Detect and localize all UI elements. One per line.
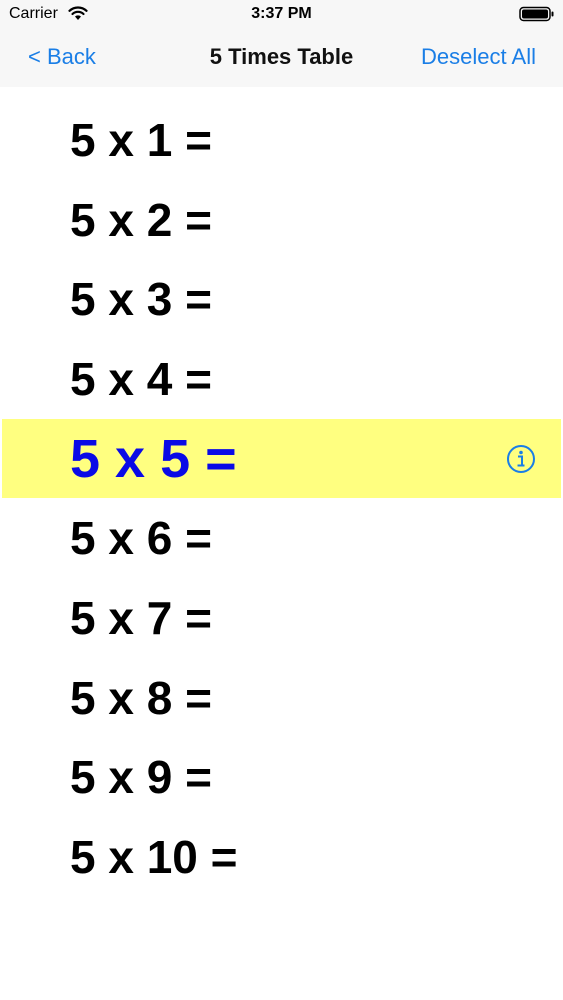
deselect-all-button[interactable]: Deselect All — [421, 44, 536, 70]
row-label: 5 x 2 = — [70, 193, 212, 246]
battery-icon — [519, 6, 554, 22]
table-row-6[interactable]: 5 x 6 = — [0, 498, 563, 578]
row-label: 5 x 1 = — [70, 113, 212, 166]
table-row-1[interactable]: 5 x 1 = — [0, 100, 563, 180]
table-row-5-selected[interactable]: 5 x 5 = — [2, 418, 561, 499]
table-row-7[interactable]: 5 x 7 = — [0, 578, 563, 658]
status-time: 3:37 PM — [251, 5, 312, 22]
navigation-bar: < Back 5 Times Table Deselect All — [0, 28, 563, 87]
table-row-2[interactable]: 5 x 2 = — [0, 180, 563, 260]
status-bar: Carrier 3:37 PM — [0, 0, 563, 28]
row-label: 5 x 5 = — [70, 428, 237, 489]
table-row-10[interactable]: 5 x 10 = — [0, 817, 563, 897]
row-label: 5 x 7 = — [70, 591, 212, 644]
table-row-9[interactable]: 5 x 9 = — [0, 738, 563, 818]
row-label: 5 x 6 = — [70, 512, 212, 565]
table-row-3[interactable]: 5 x 3 = — [0, 259, 563, 339]
row-label: 5 x 8 = — [70, 671, 212, 724]
row-label: 5 x 3 = — [70, 273, 212, 326]
info-icon[interactable] — [506, 444, 536, 474]
table-row-8[interactable]: 5 x 8 = — [0, 658, 563, 738]
row-label: 5 x 10 = — [70, 831, 238, 884]
row-label: 5 x 9 = — [70, 751, 212, 804]
screen: Carrier 3:37 PM < Back 5 Times Table Des… — [0, 0, 563, 1000]
back-button[interactable]: < Back — [28, 44, 96, 70]
table-row-4[interactable]: 5 x 4 = — [0, 339, 563, 419]
times-table-list: 5 x 1 = 5 x 2 = 5 x 3 = 5 x 4 = 5 x 5 = … — [0, 100, 563, 897]
row-label: 5 x 4 = — [70, 352, 212, 405]
